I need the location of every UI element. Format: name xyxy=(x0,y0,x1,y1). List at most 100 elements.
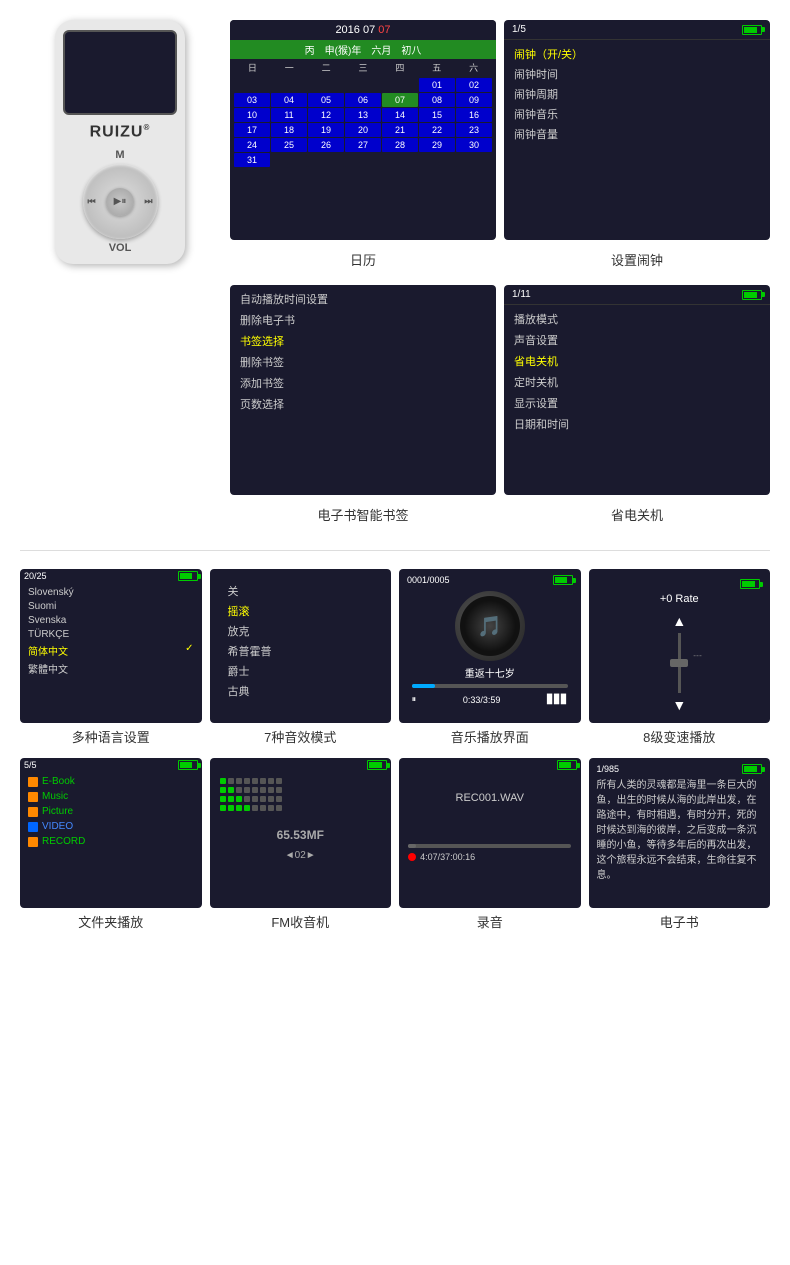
screens-container: 2016 07 07 丙 申(猴)年 六月 初八 日 一 二 三 四 xyxy=(230,20,770,532)
cal-cell: 06 xyxy=(345,93,381,107)
fm-bar-seg xyxy=(276,778,282,784)
player-controls: M ⏮ ▶⏸ ⏭ VOL xyxy=(63,149,177,254)
eq-list: 关摇滚放克希普霍普爵士古典 xyxy=(218,575,384,707)
album-art: 🎵 xyxy=(455,591,525,661)
file-list: E-BookMusicPictureVIDEORECORD xyxy=(20,772,202,851)
eq-item: 关 xyxy=(228,583,374,599)
play-icon: ▶⏸ xyxy=(114,196,127,207)
album-figure: 🎵 xyxy=(477,614,502,639)
cal-cell: 25 xyxy=(271,138,307,152)
cal-cell: 31 xyxy=(234,153,270,167)
cal-cell xyxy=(234,78,270,92)
music-panel: 0001/0005 🎵 重返十七岁 ⏸ 0:33/3:59 xyxy=(399,569,581,723)
player-container: RUIZU® M ⏮ ▶⏸ ⏭ VOL xyxy=(20,20,220,264)
cal-cell xyxy=(308,78,344,92)
cal-cell: 05 xyxy=(308,93,344,107)
fm-bar-seg xyxy=(228,778,234,784)
progress-bar xyxy=(412,684,568,688)
fm-bar-seg xyxy=(252,778,258,784)
music-battery xyxy=(553,575,573,585)
fm-bar-row xyxy=(220,787,382,793)
ebook-list: 自动播放时间设置删除电子书书签选择删除书签添加书签页数选择 xyxy=(230,285,496,418)
cal-dow: 日 一 二 三 四 五 六 xyxy=(230,59,496,76)
music-content: 0001/0005 🎵 重返十七岁 ⏸ 0:33/3:59 xyxy=(399,569,581,711)
cal-cell: 17 xyxy=(234,123,270,137)
fm-caption: FM收音机 xyxy=(210,912,392,931)
screen-row-2: 自动播放时间设置删除电子书书签选择删除书签添加书签页数选择 1/11 播放模式声… xyxy=(230,285,770,495)
lang-item: 简体中文✓ xyxy=(28,643,194,658)
play-button[interactable]: ▶⏸ xyxy=(106,188,134,216)
file-header: 5/5 xyxy=(20,758,202,772)
cal-cell: 10 xyxy=(234,108,270,122)
fm-bar-row xyxy=(220,796,382,802)
cal-cell xyxy=(456,153,492,167)
cal-cell: 04 xyxy=(271,93,307,107)
fm-channel-nav[interactable]: ◄02► xyxy=(210,850,392,861)
fm-bar-seg xyxy=(268,787,274,793)
cal-cell xyxy=(308,153,344,167)
prev-button[interactable]: ⏮ xyxy=(88,196,96,207)
fm-bar-seg xyxy=(228,805,234,811)
dpad[interactable]: ⏮ ▶⏸ ⏭ xyxy=(83,164,158,239)
speed-slider: ▲ - - - ▼ xyxy=(672,613,686,713)
fm-bar-seg xyxy=(252,796,258,802)
record-caption: 录音 xyxy=(399,912,581,931)
power-item: 省电关机 xyxy=(514,353,760,369)
power-panel: 1/11 播放模式声音设置省电关机定时关机显示设置日期和时间 xyxy=(504,285,770,495)
ebook-reader-battery xyxy=(742,764,762,774)
language-panel: 20/25 SlovenskýSuomiSvenskaTÜRKÇE简体中文✓繁體… xyxy=(20,569,202,723)
cal-cell: 22 xyxy=(419,123,455,137)
cal-cell: 29 xyxy=(419,138,455,152)
fm-bar-seg xyxy=(220,787,226,793)
fm-header xyxy=(210,758,392,772)
alarm-item: 闹钟音量 xyxy=(514,126,760,142)
cal-cell: 02 xyxy=(456,78,492,92)
eq-item: 古典 xyxy=(228,683,374,699)
power-item: 日期和时间 xyxy=(514,416,760,432)
feature-caption-row-1: 多种语言设置 7种音效模式 音乐播放界面 8级变速播放 xyxy=(20,727,770,746)
cal-cell xyxy=(345,153,381,167)
music-caption: 音乐播放界面 xyxy=(399,727,581,746)
lang-item: TÜRKÇE xyxy=(28,629,194,640)
cal-cell: 15 xyxy=(419,108,455,122)
alarm-caption: 设置闹钟 xyxy=(504,250,770,269)
cal-cell: 12 xyxy=(308,108,344,122)
cal-cell: 07 xyxy=(382,93,418,107)
fm-bar-seg xyxy=(260,796,266,802)
file-item: E-Book xyxy=(28,776,194,787)
file-item: VIDEO xyxy=(28,821,194,832)
lang-caption: 多种语言设置 xyxy=(20,727,202,746)
cal-cell xyxy=(271,78,307,92)
power-page: 1/11 xyxy=(512,289,531,300)
ebook-item: 页数选择 xyxy=(240,396,486,412)
cal-cell: 28 xyxy=(382,138,418,152)
speed-content: +0 Rate ▲ - - - ▼ xyxy=(589,569,771,723)
cal-grid: 0102030405060708091011121314151617181920… xyxy=(230,76,496,169)
alarm-item: 闹钟（开/关） xyxy=(514,46,760,62)
cal-cell: 20 xyxy=(345,123,381,137)
lang-item: Suomi xyxy=(28,601,194,612)
speed-track[interactable]: - - - xyxy=(678,633,681,693)
eq-item: 摇滚 xyxy=(228,603,374,619)
fm-bar-seg xyxy=(276,805,282,811)
power-header: 1/11 xyxy=(504,285,770,305)
cal-cell xyxy=(382,153,418,167)
next-button[interactable]: ⏭ xyxy=(144,196,152,207)
rec-time: 4:07/37:00:16 xyxy=(420,852,475,862)
speed-knob[interactable] xyxy=(670,659,688,667)
power-item: 播放模式 xyxy=(514,311,760,327)
fm-bar-seg xyxy=(236,805,242,811)
fm-bar-seg xyxy=(236,787,242,793)
file-item: Music xyxy=(28,791,194,802)
cal-cell: 11 xyxy=(271,108,307,122)
file-item: Picture xyxy=(28,806,194,817)
fm-bar-seg xyxy=(236,778,242,784)
rec-header xyxy=(399,758,581,772)
player-body: RUIZU® M ⏮ ▶⏸ ⏭ VOL xyxy=(55,20,185,264)
music-pause-icon[interactable]: ⏸ xyxy=(412,694,417,705)
alarm-item: 闹钟周期 xyxy=(514,86,760,102)
fm-bar-seg xyxy=(276,787,282,793)
rec-time-row: 4:07/37:00:16 xyxy=(408,852,571,862)
fm-bar-seg xyxy=(268,778,274,784)
lang-item: Svenska xyxy=(28,615,194,626)
